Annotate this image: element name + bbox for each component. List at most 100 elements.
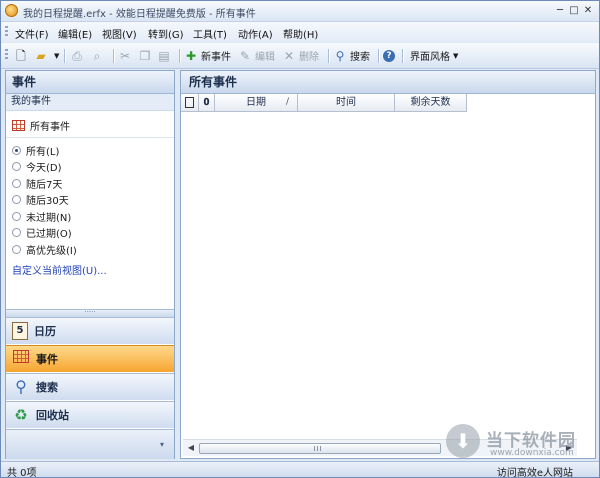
toolbar: 🗋 ▰ ▼ ⎙ ⌕ ✂ ❐ ▤ ✚ 新事件 ✎ 编辑 ✕ 删除 ⚲ 搜索 ? 界… [1, 43, 599, 69]
nav-calendar-button[interactable]: 5 日历 [6, 317, 174, 344]
visit-website-link[interactable]: 访问高效e人网站 [497, 464, 573, 477]
radio-button[interactable] [12, 228, 21, 238]
menu-file[interactable]: 文件(F) [15, 26, 49, 41]
close-button[interactable]: ✕ [581, 4, 595, 17]
nav-search-button[interactable]: ⚲ 搜索 [6, 373, 174, 400]
print-button[interactable]: ⎙ [70, 47, 87, 64]
filter-label: 随后7天 [26, 179, 63, 191]
event-list-header: 𝟎 日期 / 时间 剩余天数 [181, 94, 467, 112]
all-events-item[interactable]: 所有事件 [12, 117, 70, 133]
nav-events-button[interactable]: 事件 [6, 345, 174, 372]
delete-button[interactable]: ✕ 删除 [282, 47, 319, 64]
print-preview-button[interactable]: ⌕ [90, 47, 107, 64]
left-pane-title: 事件 [6, 71, 174, 94]
column-date[interactable]: 日期 / [215, 94, 298, 111]
status-bar: 共 0项 访问高效e人网站 [1, 461, 599, 478]
menu-action[interactable]: 动作(A) [238, 26, 273, 41]
search-label: 搜索 [350, 52, 370, 63]
column-date-label: 日期 [246, 97, 266, 108]
magnifier-icon: ⚲ [335, 48, 345, 63]
divider [6, 137, 174, 138]
filter-not-expired[interactable]: 未过期(N) [12, 208, 77, 225]
toolbar-separator [64, 49, 66, 63]
scroll-left-icon[interactable]: ◀ [185, 442, 197, 454]
toolbar-separator [113, 49, 115, 63]
toolbar-separator [179, 49, 181, 63]
column-type[interactable] [181, 94, 199, 111]
delete-label: 删除 [299, 52, 319, 63]
filter-high-priority[interactable]: 高优先级(I) [12, 241, 77, 258]
app-window: 我的日程提醒.erfx - 效能日程提醒免费版 - 所有事件 ─ □ ✕ 文件(… [0, 0, 600, 478]
radio-button[interactable] [12, 211, 21, 221]
nav-recycle-bin-button[interactable]: ♻ 回收站 [6, 401, 174, 428]
menu-view[interactable]: 视图(V) [102, 26, 137, 41]
theme-label: 界面风格 [410, 52, 450, 63]
radio-button[interactable] [12, 145, 21, 155]
menu-help[interactable]: 帮助(H) [283, 26, 318, 41]
nav-search-label: 搜索 [36, 381, 58, 394]
printer-icon: ⎙ [72, 48, 82, 63]
menu-edit[interactable]: 编辑(E) [58, 26, 92, 41]
filter-next-7-days[interactable]: 随后7天 [12, 175, 77, 192]
copy-button[interactable]: ❐ [138, 47, 155, 64]
scroll-thumb[interactable] [199, 443, 441, 454]
maximize-button[interactable]: □ [567, 4, 581, 17]
pencil-icon: ✎ [239, 48, 251, 63]
minimize-button[interactable]: ─ [553, 4, 567, 17]
watermark: ⬇ 当下软件园 www.downxia.com [446, 424, 596, 464]
menu-goto[interactable]: 转到(G) [148, 26, 184, 41]
menu-grip[interactable] [5, 26, 8, 38]
toolbar-separator [328, 49, 330, 63]
column-days-left[interactable]: 剩余天数 [395, 94, 467, 111]
toolbar-separator [378, 49, 380, 63]
filter-radio-group: 所有(L) 今天(D) 随后7天 随后30天 未过期(N) 已过期(O) 高优先… [12, 142, 77, 258]
edit-button[interactable]: ✎ 编辑 [238, 47, 275, 64]
new-event-label: 新事件 [201, 52, 231, 63]
right-pane: 所有事件 𝟎 日期 / 时间 剩余天数 ◀ ▶ [180, 70, 596, 459]
column-attachment[interactable]: 𝟎 [199, 94, 215, 111]
radio-button[interactable] [12, 178, 21, 188]
help-button[interactable]: ? [383, 47, 398, 64]
filter-expired[interactable]: 已过期(O) [12, 225, 77, 242]
help-icon: ? [383, 49, 395, 62]
nav-recycle-label: 回收站 [36, 409, 69, 422]
pane-splitter[interactable]: ····· [6, 309, 174, 317]
app-clock-icon [5, 4, 18, 17]
toolbar-grip[interactable] [5, 49, 8, 61]
search-button[interactable]: ⚲ 搜索 [333, 47, 370, 64]
event-count: 共 0项 [7, 468, 37, 478]
sort-indicator-icon: / [285, 97, 289, 107]
filter-label: 已过期(O) [26, 229, 72, 241]
nav-options-bar[interactable]: ▾ [6, 429, 174, 459]
filter-all[interactable]: 所有(L) [12, 142, 77, 159]
delete-x-icon: ✕ [283, 48, 295, 63]
left-pane: 事件 我的事件 所有事件 所有(L) 今天(D) 随后7天 随后30天 未过期(… [5, 70, 175, 459]
paste-button[interactable]: ▤ [157, 47, 174, 64]
filter-next-30-days[interactable]: 随后30天 [12, 192, 77, 209]
new-event-button[interactable]: ✚ 新事件 [184, 47, 231, 64]
paperclip-icon: 𝟎 [203, 97, 210, 108]
nav-events-label: 事件 [36, 353, 58, 366]
chevron-down-icon[interactable]: ▾ [160, 440, 164, 449]
customize-view-link[interactable]: 自定义当前视图(U)... [12, 262, 107, 277]
filter-today[interactable]: 今天(D) [12, 159, 77, 176]
radio-button[interactable] [12, 244, 21, 254]
open-button[interactable]: ▰ ▼ [34, 47, 59, 64]
radio-button[interactable] [12, 195, 21, 205]
theme-dropdown[interactable]: 界面风格 ▼ [410, 47, 458, 64]
right-pane-title: 所有事件 [181, 71, 595, 94]
radio-button[interactable] [12, 162, 21, 172]
edit-label: 编辑 [255, 52, 275, 63]
download-arrow-icon: ⬇ [446, 424, 480, 458]
column-time[interactable]: 时间 [298, 94, 395, 111]
all-events-label: 所有事件 [30, 121, 70, 133]
print-preview-icon: ⌕ [93, 48, 101, 63]
window-title: 我的日程提醒.erfx - 效能日程提醒免费版 - 所有事件 [23, 9, 256, 20]
new-document-icon: 🗋 [16, 48, 26, 63]
new-file-button[interactable]: 🗋 [14, 47, 31, 64]
menu-bar: 文件(F) 编辑(E) 视图(V) 转到(G) 工具(T) 动作(A) 帮助(H… [1, 22, 599, 42]
recycle-icon: ♻ [14, 406, 28, 424]
cut-button[interactable]: ✂ [118, 47, 135, 64]
chevron-down-icon[interactable]: ▼ [54, 52, 59, 60]
menu-tools[interactable]: 工具(T) [193, 26, 227, 41]
